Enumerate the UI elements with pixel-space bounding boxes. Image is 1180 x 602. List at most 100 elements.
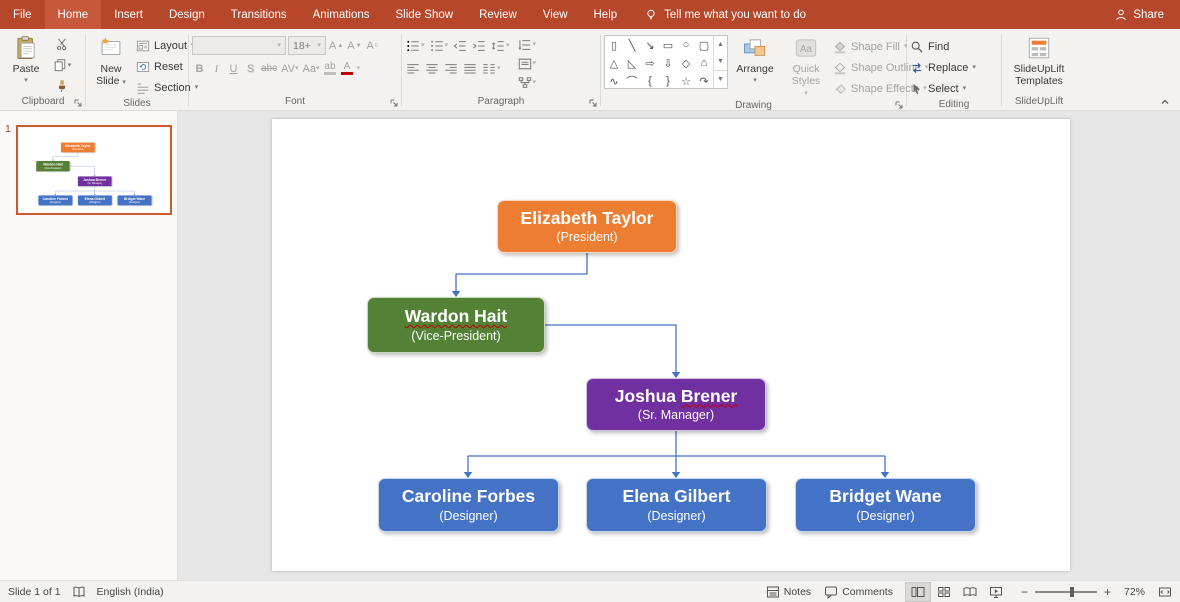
shape-brace-left-icon[interactable]: { (641, 72, 659, 88)
arrange-button[interactable]: Arrange ▾ (731, 33, 779, 86)
paste-button[interactable]: Paste ▾ (4, 33, 48, 86)
slide-thumbnail-1[interactable]: Elizabeth Taylor(President)Wardon Hait(V… (16, 125, 172, 215)
shape-arc-icon[interactable]: ⌒ (623, 72, 641, 88)
text-direction-button[interactable]: ▾ (517, 36, 538, 53)
tab-design[interactable]: Design (156, 0, 218, 29)
convert-to-smartart-button[interactable]: ▾ (517, 74, 538, 91)
align-center-button[interactable] (424, 60, 440, 77)
shape-line-icon[interactable]: ╲ (623, 36, 641, 54)
shapes-scroll-down[interactable]: ▼ (714, 53, 727, 70)
org-node-designer-2[interactable]: Elena Gilbert(Designer) (586, 478, 767, 532)
shapes-scroll-up[interactable]: ▲ (714, 36, 727, 53)
bold-button[interactable]: B (192, 60, 207, 77)
new-slide-button[interactable]: New Slide ▾ (89, 33, 133, 90)
bullets-button[interactable]: ▾ (405, 37, 426, 54)
org-node-sr-manager[interactable]: Joshua Brener(Sr. Manager) (586, 378, 766, 431)
shape-arrow-curve-icon[interactable]: ↷ (695, 72, 713, 88)
decrease-font-size-button[interactable]: A▼ (346, 37, 362, 54)
justify-button[interactable] (462, 60, 478, 77)
line-spacing-button[interactable]: ▾ (490, 37, 511, 54)
increase-font-size-button[interactable]: A▲ (328, 37, 344, 54)
tell-me-box[interactable]: Tell me what you want to do (644, 0, 806, 29)
shape-arrow-right-icon[interactable]: ⇨ (641, 54, 659, 72)
clear-formatting-button[interactable]: A◊ (365, 37, 380, 54)
slideuplift-templates-button[interactable]: SlideUpLift Templates (1008, 33, 1070, 90)
org-node-vice-president[interactable]: Wardon Hait(Vice-President) (367, 297, 545, 353)
change-case-button[interactable]: Aa▾ (302, 60, 321, 77)
org-node-designer-3[interactable]: Bridget Wane(Designer) (795, 478, 976, 532)
text-shadow-button[interactable]: S (243, 60, 258, 77)
find-button[interactable]: Find (910, 37, 976, 56)
columns-button[interactable]: ▾ (481, 60, 502, 77)
shape-oval-icon[interactable]: ○ (677, 36, 695, 54)
share-button[interactable]: Share (1114, 0, 1164, 29)
quick-styles-button[interactable]: Aa Quick Styles ▾ (782, 33, 830, 99)
language-indicator[interactable]: English (India) (97, 586, 164, 598)
cut-button[interactable] (51, 35, 73, 53)
tab-view[interactable]: View (530, 0, 581, 29)
org-node-president[interactable]: Elizabeth Taylor(President) (497, 200, 677, 253)
shape-home-plate-icon[interactable]: ⌂ (695, 54, 713, 72)
zoom-in-button[interactable]: + (1104, 585, 1111, 599)
tab-home[interactable]: Home (45, 0, 102, 29)
slide-indicator[interactable]: Slide 1 of 1 (8, 586, 61, 598)
tab-transitions[interactable]: Transitions (218, 0, 300, 29)
tab-insert[interactable]: Insert (101, 0, 156, 29)
align-left-button[interactable] (405, 60, 421, 77)
text-highlight-button[interactable]: ab (322, 60, 337, 77)
zoom-slider-thumb[interactable] (1070, 587, 1074, 597)
tab-file[interactable]: File (0, 0, 45, 29)
slide-sorter-view-button[interactable] (932, 583, 956, 601)
collapse-ribbon-button[interactable] (1158, 95, 1172, 107)
shape-select-icon[interactable]: ▯ (605, 36, 623, 54)
normal-view-button[interactable] (906, 583, 930, 601)
reading-view-button[interactable] (958, 583, 982, 601)
italic-button[interactable]: I (209, 60, 224, 77)
underline-button[interactable]: U (226, 60, 241, 77)
numbering-button[interactable]: ▾ (429, 37, 450, 54)
font-size-select[interactable]: 18+▾ (288, 36, 326, 55)
shape-arrow-down-icon[interactable]: ⇩ (659, 54, 677, 72)
replace-button[interactable]: Replace▾ (910, 58, 976, 77)
paste-dropdown-caret[interactable]: ▾ (24, 77, 28, 84)
comments-toggle[interactable]: Comments (824, 585, 893, 599)
notes-toggle[interactable]: Notes (766, 585, 811, 599)
paragraph-dialog-launcher[interactable] (588, 98, 598, 108)
fit-slide-to-window-icon[interactable] (1158, 585, 1172, 599)
shape-line-arrow-icon[interactable]: ↘ (641, 36, 659, 54)
shapes-more-button[interactable]: ▼ (714, 70, 727, 88)
shape-rounded-rectangle-icon[interactable]: ▢ (695, 36, 713, 54)
zoom-level[interactable]: 72% (1124, 586, 1145, 598)
slide-canvas[interactable]: Elizabeth Taylor(President) Wardon Hait(V… (272, 119, 1070, 571)
select-button[interactable]: Select▾ (910, 79, 976, 98)
shape-diamond-icon[interactable]: ◇ (677, 54, 695, 72)
font-name-select[interactable]: ▾ (192, 36, 286, 55)
shape-rectangle-icon[interactable]: ▭ (659, 36, 677, 54)
shape-curve-icon[interactable]: ∿ (605, 72, 623, 88)
shape-triangle-icon[interactable]: △ (605, 54, 623, 72)
shape-right-triangle-icon[interactable]: ◺ (623, 54, 641, 72)
font-dialog-launcher[interactable] (389, 98, 399, 108)
drawing-dialog-launcher[interactable] (894, 100, 904, 110)
decrease-indent-button[interactable] (452, 37, 468, 54)
tab-animations[interactable]: Animations (300, 0, 383, 29)
character-spacing-button[interactable]: AV▾ (280, 60, 299, 77)
tab-slide-show[interactable]: Slide Show (383, 0, 467, 29)
spell-check-icon[interactable] (72, 585, 86, 599)
align-right-button[interactable] (443, 60, 459, 77)
zoom-slider[interactable] (1035, 591, 1097, 593)
clipboard-dialog-launcher[interactable] (73, 98, 83, 108)
font-color-button[interactable]: A (339, 60, 354, 77)
copy-button[interactable]: ▾ (51, 56, 73, 74)
tab-help[interactable]: Help (581, 0, 631, 29)
tab-review[interactable]: Review (466, 0, 530, 29)
format-painter-button[interactable] (51, 77, 73, 95)
slideshow-view-button[interactable] (984, 583, 1008, 601)
shape-brace-right-icon[interactable]: } (659, 72, 677, 88)
shape-star-icon[interactable]: ☆ (677, 72, 695, 88)
align-text-button[interactable]: ▾ (517, 55, 538, 72)
zoom-out-button[interactable]: − (1021, 585, 1028, 599)
org-node-designer-1[interactable]: Caroline Forbes(Designer) (378, 478, 559, 532)
increase-indent-button[interactable] (471, 37, 487, 54)
strikethrough-button[interactable]: abc (260, 60, 278, 77)
